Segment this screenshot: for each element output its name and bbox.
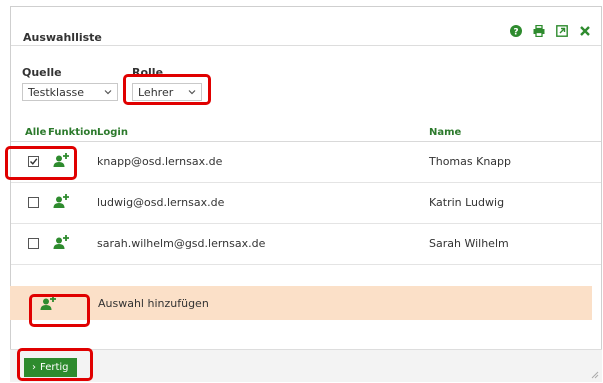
header-funktion: Funktion xyxy=(48,127,98,138)
print-icon[interactable] xyxy=(533,25,545,37)
rolle-label: Rolle xyxy=(132,66,164,79)
chevron-right-icon: › xyxy=(32,362,36,373)
add-user-icon[interactable] xyxy=(53,234,69,250)
dialog-footer: › Fertig xyxy=(10,349,602,382)
popout-icon[interactable] xyxy=(556,25,568,37)
chevron-down-icon xyxy=(104,90,112,95)
close-icon[interactable] xyxy=(579,25,591,37)
header-login[interactable]: Login xyxy=(97,127,128,138)
row-name: Katrin Ludwig xyxy=(429,196,505,209)
resize-grip-icon[interactable] xyxy=(589,369,599,379)
help-icon[interactable]: ? xyxy=(510,25,522,37)
row-checkbox[interactable] xyxy=(28,197,39,208)
done-button[interactable]: › Fertig xyxy=(24,358,77,377)
rolle-select-value: Lehrer xyxy=(138,85,174,99)
quelle-select[interactable]: Testklasse xyxy=(22,83,118,101)
table-row[interactable]: knapp@osd.lernsax.de Thomas Knapp xyxy=(11,142,601,183)
header-name[interactable]: Name xyxy=(429,127,461,138)
row-name: Thomas Knapp xyxy=(429,155,511,168)
selection-dialog: Auswahlliste ? Quelle Testklasse Rolle L… xyxy=(10,6,602,382)
add-user-icon[interactable] xyxy=(53,193,69,209)
add-user-icon[interactable] xyxy=(53,152,69,168)
row-login: ludwig@osd.lernsax.de xyxy=(97,196,225,209)
dialog-titlebar: Auswahlliste ? xyxy=(11,7,601,46)
header-alle[interactable]: Alle xyxy=(25,127,46,138)
titlebar-icons: ? xyxy=(510,25,591,37)
row-checkbox[interactable] xyxy=(28,238,39,249)
add-user-icon[interactable] xyxy=(40,295,56,311)
add-selection-bar[interactable]: Auswahl hinzufügen xyxy=(10,286,592,320)
done-button-label: Fertig xyxy=(40,362,69,373)
dialog-title: Auswahlliste xyxy=(23,31,102,44)
row-login: sarah.wilhelm@gsd.lernsax.de xyxy=(97,237,266,250)
checkmark-icon xyxy=(30,158,38,165)
svg-text:?: ? xyxy=(513,28,518,38)
table-row[interactable]: sarah.wilhelm@gsd.lernsax.de Sarah Wilhe… xyxy=(11,224,601,265)
rolle-select[interactable]: Lehrer xyxy=(132,83,202,101)
add-selection-label: Auswahl hinzufügen xyxy=(98,297,209,310)
row-login: knapp@osd.lernsax.de xyxy=(97,155,223,168)
row-name: Sarah Wilhelm xyxy=(429,237,509,250)
row-checkbox[interactable] xyxy=(28,156,39,167)
chevron-down-icon xyxy=(188,90,196,95)
quelle-label: Quelle xyxy=(22,66,62,79)
table-row[interactable]: ludwig@osd.lernsax.de Katrin Ludwig xyxy=(11,183,601,224)
quelle-select-value: Testklasse xyxy=(28,85,85,99)
